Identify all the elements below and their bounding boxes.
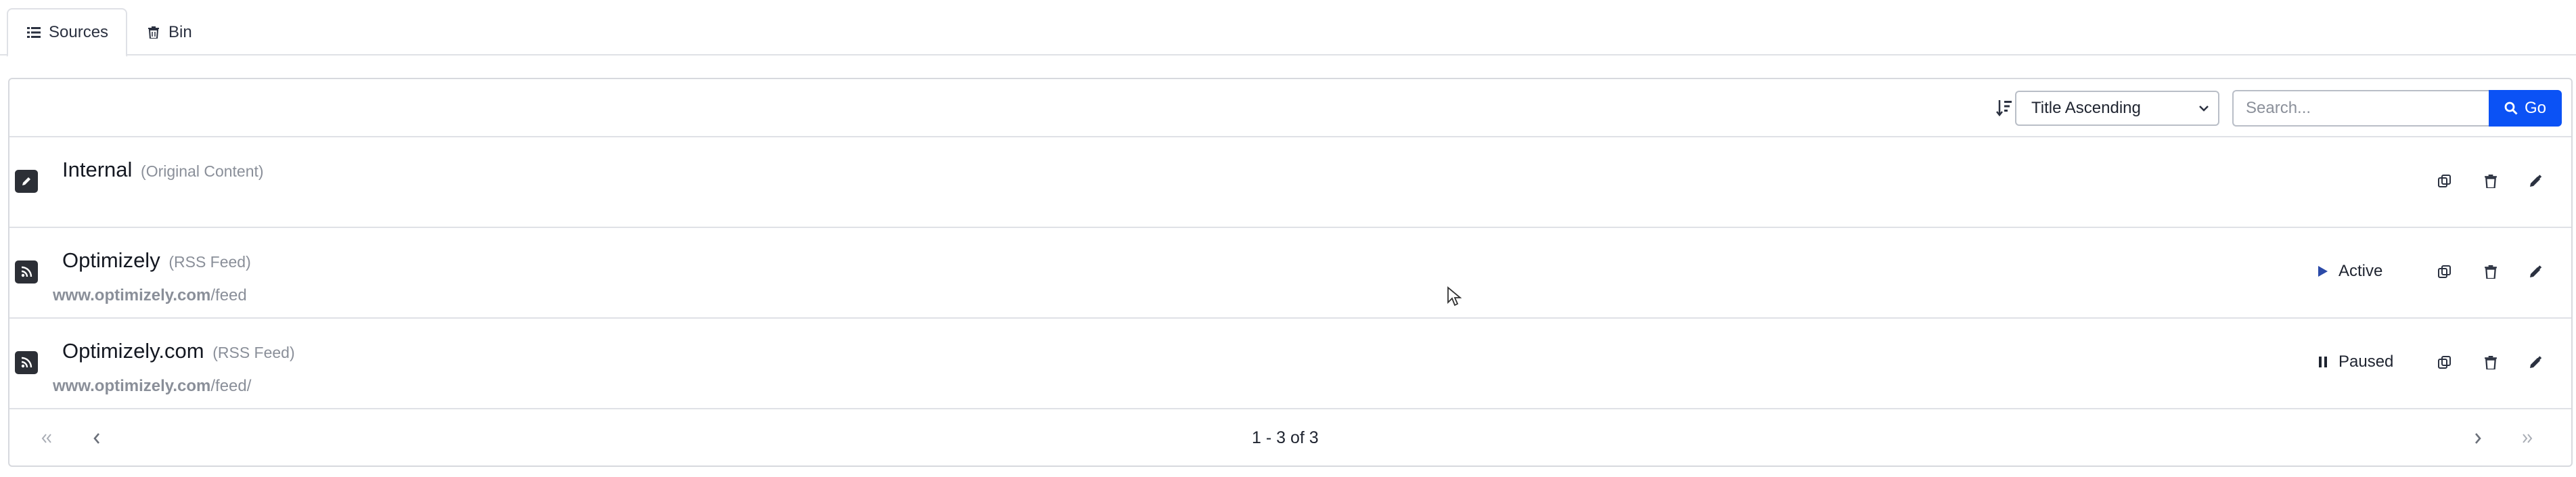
previous-page-icon[interactable]	[87, 428, 107, 449]
copy-icon[interactable]	[2435, 353, 2455, 373]
tab-bin[interactable]: Bin	[145, 8, 192, 57]
search-icon	[2504, 101, 2518, 115]
last-page-icon[interactable]	[2517, 428, 2537, 449]
source-title[interactable]: Optimizely (RSS Feed)	[62, 248, 251, 273]
status-label: Active	[2338, 262, 2383, 280]
pause-icon	[2314, 353, 2332, 371]
sort-selected-value: Title Ascending	[2031, 99, 2141, 117]
chevron-down-icon	[2199, 106, 2209, 112]
play-icon	[2314, 263, 2332, 280]
trash-icon[interactable]	[2481, 262, 2501, 282]
sort-select[interactable]: Title Ascending	[2015, 91, 2219, 126]
go-label: Go	[2524, 99, 2546, 117]
trash-icon	[145, 24, 162, 41]
source-type: (Original Content)	[141, 162, 264, 180]
source-title[interactable]: Internal (Original Content)	[62, 158, 264, 182]
source-row[interactable]: Optimizely.com (RSS Feed) www.optimizely…	[9, 319, 2571, 409]
next-page-icon[interactable]	[2468, 428, 2488, 449]
status-toggle[interactable]: Paused	[2314, 353, 2393, 371]
trash-icon[interactable]	[2481, 353, 2501, 373]
sort-descending-icon[interactable]	[1992, 95, 2016, 120]
source-row[interactable]: Optimizely (RSS Feed) www.optimizely.com…	[9, 228, 2571, 319]
go-button[interactable]: Go	[2489, 90, 2562, 127]
url-host: www.optimizely.com	[53, 286, 211, 304]
rss-icon	[15, 351, 38, 374]
search-input[interactable]	[2232, 90, 2489, 127]
copy-icon[interactable]	[2435, 262, 2455, 282]
rss-icon	[15, 260, 38, 283]
first-page-icon[interactable]	[37, 428, 57, 449]
source-url[interactable]: www.optimizely.com/feed	[53, 286, 247, 305]
pencil-icon[interactable]	[2525, 353, 2546, 373]
tab-label: Bin	[168, 23, 192, 41]
tab-bar: Sources Bin	[0, 0, 2576, 57]
toolbar: Title Ascending Go	[9, 79, 2571, 137]
source-name: Optimizely	[62, 248, 160, 272]
pencil-icon[interactable]	[2525, 171, 2546, 191]
source-type: (RSS Feed)	[168, 253, 251, 271]
tab-label: Sources	[49, 23, 109, 41]
source-title[interactable]: Optimizely.com (RSS Feed)	[62, 339, 295, 363]
copy-icon[interactable]	[2435, 171, 2455, 191]
pagination: 1 - 3 of 3	[9, 409, 2571, 467]
url-path: /feed	[210, 286, 247, 304]
tab-sources[interactable]: Sources	[7, 8, 127, 57]
source-name: Optimizely.com	[62, 339, 204, 363]
status-label: Paused	[2338, 353, 2394, 371]
url-host: www.optimizely.com	[53, 377, 211, 395]
source-row[interactable]: Internal (Original Content)	[9, 137, 2571, 228]
mouse-cursor-icon	[1447, 286, 1462, 306]
sources-panel: Title Ascending Go Internal (Original Co…	[8, 78, 2573, 467]
pencil-icon[interactable]	[2525, 262, 2546, 282]
pencil-icon	[15, 170, 38, 193]
source-name: Internal	[62, 158, 133, 181]
source-url[interactable]: www.optimizely.com/feed/	[53, 377, 251, 396]
trash-icon[interactable]	[2481, 171, 2501, 191]
source-type: (RSS Feed)	[212, 344, 295, 361]
list-icon	[26, 24, 42, 41]
url-path: /feed/	[210, 377, 252, 395]
status-toggle[interactable]: Active	[2314, 262, 2382, 281]
pagination-info: 1 - 3 of 3	[1252, 428, 1319, 447]
